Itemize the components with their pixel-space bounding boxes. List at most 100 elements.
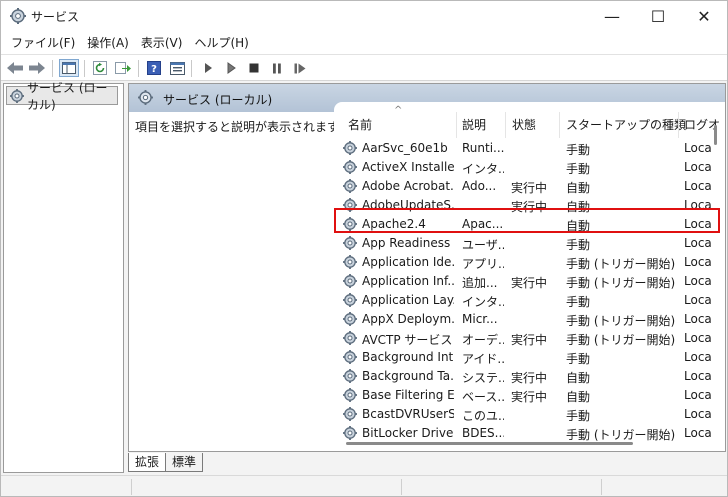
refresh-icon[interactable] (90, 59, 110, 77)
service-row[interactable]: Background Ta... システ... 実行中 自動 Loca (334, 367, 725, 386)
toolbar-separator (84, 60, 85, 77)
tab-standard[interactable]: 標準 (165, 453, 204, 472)
help-icon[interactable]: ? (144, 59, 164, 77)
service-row[interactable]: Base Filtering E... ベース... 実行中 自動 Loca (334, 386, 725, 405)
minimize-button[interactable]: — (589, 1, 635, 32)
service-description: BDES... (462, 426, 504, 440)
service-description: オーデ... (462, 333, 504, 347)
service-gear-icon (342, 254, 358, 273)
column-header-name[interactable]: 名前 (348, 116, 372, 138)
service-startup-type: 手動 (566, 238, 591, 252)
horizontal-scrollbar[interactable] (346, 442, 633, 445)
toolbar-separator (52, 60, 53, 77)
service-startup-type: 手動 (566, 409, 591, 423)
status-bar (1, 475, 727, 496)
service-gear-icon (342, 406, 358, 425)
play-outline-icon[interactable] (221, 59, 241, 77)
service-name: Background Ta... (362, 369, 454, 383)
resume-icon[interactable] (290, 59, 310, 77)
column-separator[interactable] (505, 112, 506, 138)
menu-action[interactable]: 操作(A) (81, 32, 135, 54)
service-gear-icon (342, 159, 358, 178)
service-status: 実行中 (511, 181, 548, 195)
service-row[interactable]: Adobe Acrobat... Ado... 実行中 自動 Loca (334, 177, 725, 196)
service-row[interactable]: BitLocker Drive ... BDES... 手動 (トリガー開始) Loc… (334, 424, 725, 443)
service-status: 実行中 (511, 333, 548, 347)
export-list-icon[interactable] (113, 59, 133, 77)
column-separator[interactable] (456, 112, 457, 138)
service-gear-icon (342, 330, 358, 349)
service-gear-icon (342, 292, 358, 311)
service-logon: Loca (684, 426, 712, 440)
menu-help[interactable]: ヘルプ(H) (188, 32, 254, 54)
pause-icon[interactable] (267, 59, 287, 77)
service-startup-type: 手動 (トリガー開始) (566, 333, 676, 347)
column-header-description[interactable]: 説明 (462, 116, 486, 138)
properties-icon[interactable] (167, 59, 187, 77)
service-row[interactable]: Background Int... アイド... 手動 Loca (334, 348, 725, 367)
service-gear-icon (342, 368, 358, 387)
view-tabs: 拡張 標準 (128, 453, 204, 473)
service-gear-icon (342, 349, 358, 368)
service-description: ベース... (462, 390, 504, 404)
service-logon: Loca (684, 350, 712, 364)
service-description: アプリ... (462, 257, 504, 271)
service-startup-type: 手動 (トリガー開始) (566, 428, 676, 442)
column-separator[interactable] (678, 112, 679, 138)
tree-item-services-local[interactable]: サービス (ローカル) (6, 81, 118, 112)
service-gear-icon (342, 311, 358, 330)
column-separator[interactable] (559, 112, 560, 138)
service-description: アイド... (462, 352, 504, 366)
highlight-box-apache (334, 208, 720, 233)
service-name: ActiveX Installe... (362, 160, 454, 174)
service-row[interactable]: AppX Deploym... Micr... 手動 (トリガー開始) Loca (334, 310, 725, 329)
services-window: サービス — ☐ ✕ ファイル(F) 操作(A) 表示(V) ヘルプ(H) ? (0, 0, 728, 497)
service-startup-type: 手動 (566, 295, 591, 309)
service-description: Runti... (462, 141, 504, 155)
service-name: Application Lay... (362, 293, 454, 307)
status-separator (601, 479, 602, 495)
service-startup-type: 自動 (566, 181, 591, 195)
service-logon: Loca (684, 141, 712, 155)
service-name: AVCTP サービス (362, 333, 453, 347)
service-startup-type: 自動 (566, 371, 591, 385)
service-row[interactable]: ActiveX Installe... インタ... 手動 Loca (334, 158, 725, 177)
services-gear-icon (137, 89, 154, 109)
services-list: 名前 ^ 説明 状態 スタートアップの種類 ログオ AarSvc_60e1b Ru… (334, 102, 725, 450)
column-header-startup-type[interactable]: スタートアップの種類 (566, 116, 686, 138)
service-row[interactable]: Application Inf... 追加... 実行中 手動 (トリガー開始) Loc… (334, 272, 725, 291)
forward-arrow-icon[interactable] (27, 59, 47, 77)
service-gear-icon (342, 387, 358, 406)
stop-icon[interactable] (244, 59, 264, 77)
service-startup-type: 手動 (566, 162, 591, 176)
service-description: インタ... (462, 162, 504, 176)
service-row[interactable]: AVCTP サービスオーデ... 実行中 手動 (トリガー開始) Loca (334, 329, 725, 348)
service-logon: Loca (684, 369, 712, 383)
service-logon: Loca (684, 293, 712, 307)
service-status: 実行中 (511, 390, 548, 404)
menu-view[interactable]: 表示(V) (135, 32, 189, 54)
service-startup-type: 自動 (566, 390, 591, 404)
console-tree-icon[interactable] (59, 59, 79, 77)
service-row[interactable]: BcastDVRUserS... このユ... 手動 Loca (334, 405, 725, 424)
service-row[interactable]: AarSvc_60e1b Runti... 手動 Loca (334, 139, 725, 158)
service-name: Adobe Acrobat... (362, 179, 454, 193)
maximize-button[interactable]: ☐ (635, 1, 681, 32)
service-row[interactable]: Application Lay... インタ... 手動 Loca (334, 291, 725, 310)
service-name: Background Int... (362, 350, 454, 364)
title-bar: サービス — ☐ ✕ (1, 1, 727, 32)
menu-file[interactable]: ファイル(F) (5, 32, 81, 54)
service-startup-type: 手動 (566, 143, 591, 157)
service-logon: Loca (684, 274, 712, 288)
column-header-status[interactable]: 状態 (512, 116, 536, 138)
service-description: Micr... (462, 312, 498, 326)
service-logon: Loca (684, 179, 712, 193)
back-arrow-icon[interactable] (5, 59, 25, 77)
vertical-scrollbar[interactable] (714, 125, 717, 145)
close-button[interactable]: ✕ (681, 1, 727, 32)
tab-extended[interactable]: 拡張 (128, 453, 167, 472)
services-gear-icon (9, 7, 27, 25)
service-row[interactable]: App Readiness ユーザ... 手動 Loca (334, 234, 725, 253)
play-icon[interactable] (198, 59, 218, 77)
service-row[interactable]: Application Ide... アプリ... 手動 (トリガー開始) Loca (334, 253, 725, 272)
